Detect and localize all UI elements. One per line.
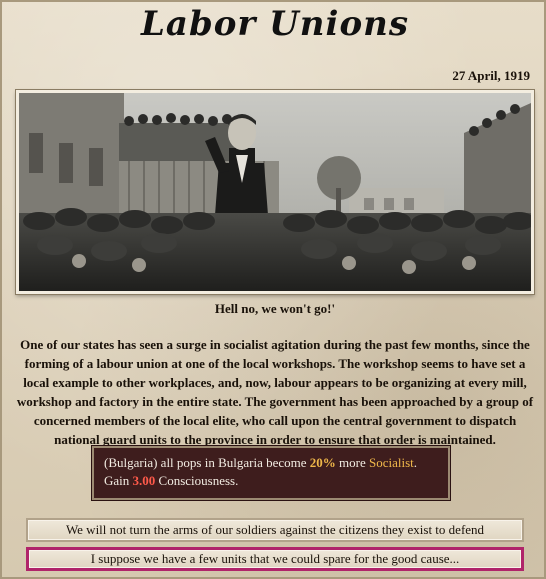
effect-line-ideology: (Bulgaria) all pops in Bulgaria become 2… xyxy=(104,454,438,472)
event-title: Labor Unions xyxy=(141,4,409,44)
event-description: One of our states has seen a surge in so… xyxy=(16,337,534,447)
effect-line-consciousness: Gain 3.00 Consciousness. xyxy=(104,472,438,490)
option-label: We will not turn the arms of our soldier… xyxy=(65,522,485,537)
effect-text: more xyxy=(335,455,369,470)
effect-text: Consciousness. xyxy=(155,473,239,488)
effect-text: . xyxy=(413,455,418,470)
effect-ideology: Socialist xyxy=(369,455,414,470)
effect-value: 3.00 xyxy=(132,473,156,488)
effects-tooltip: (Bulgaria) all pops in Bulgaria become 2… xyxy=(91,445,451,501)
option-button-2[interactable]: I suppose we have a few units that we co… xyxy=(26,547,524,571)
event-panel: Labor Unions 27 April, 1919 Hell no, we … xyxy=(0,0,546,579)
effect-text: (Bulgaria) all pops in Bulgaria become xyxy=(104,455,310,470)
event-date: 27 April, 1919 xyxy=(452,68,530,83)
option-button-1[interactable]: We will not turn the arms of our soldier… xyxy=(26,518,524,542)
effect-text: Gain xyxy=(104,473,133,488)
effect-percent: 20% xyxy=(309,455,336,470)
option-label: I suppose we have a few units that we co… xyxy=(90,551,460,566)
event-caption: Hell no, we won't go!' xyxy=(214,301,336,316)
event-illustration xyxy=(16,90,534,294)
